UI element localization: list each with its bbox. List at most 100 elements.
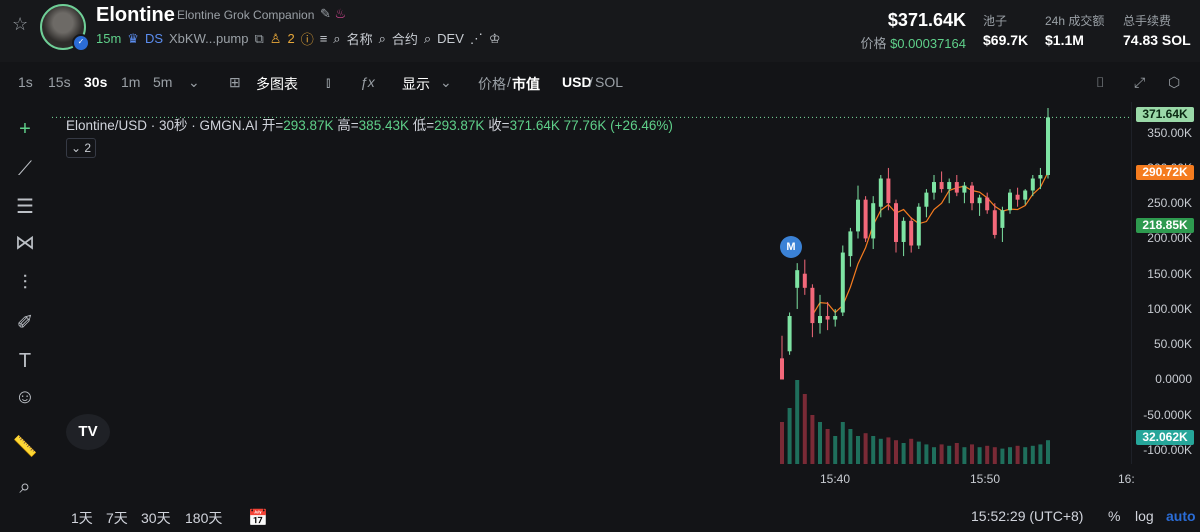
search-contract-link[interactable]: 合约 [392, 29, 418, 48]
brush-icon[interactable]: ✐ [12, 310, 38, 336]
candle-body [954, 182, 959, 193]
star-icon[interactable]: ☆ [12, 14, 28, 35]
indicator-toggle[interactable]: ⌄ 2 [66, 138, 96, 158]
search-contract-icon: ⌕ [378, 30, 386, 46]
candle-body [1015, 194, 1020, 200]
crosshair-icon[interactable]: + [12, 116, 38, 142]
volume-bar [962, 447, 967, 464]
search-icon: ⌕ [333, 30, 341, 46]
volume-bar [939, 444, 944, 464]
pattern-icon[interactable]: ⋈ [12, 230, 38, 256]
tradingview-logo[interactable]: TV [66, 414, 110, 450]
emoji-icon[interactable]: ☺ [12, 384, 38, 410]
log-toggle[interactable]: log [1135, 508, 1154, 524]
edit-icon[interactable]: ✎ [320, 6, 331, 21]
settings-icon[interactable]: ⬡ [1168, 74, 1180, 91]
stat-volume-value: $1.1M [1045, 32, 1084, 48]
toggle-divider: / [507, 74, 511, 90]
indicator-fx-icon[interactable]: ƒx [360, 74, 375, 90]
volume-bar [818, 422, 822, 464]
holders-count: 2 [287, 31, 295, 46]
interval-5m[interactable]: 5m [153, 74, 172, 90]
stat-fees-value: 74.83 SOL [1123, 32, 1191, 48]
price-chart[interactable] [52, 102, 1132, 464]
volume-bar [1030, 445, 1035, 464]
crown-outline-icon[interactable]: ♔ [489, 31, 501, 47]
multi-chart-button[interactable]: 多图表 [256, 74, 298, 94]
token-address[interactable]: XbKW...pump [169, 31, 248, 46]
fib-lines-icon[interactable]: ☰ [12, 194, 38, 220]
range-1d[interactable]: 1天 [71, 508, 93, 528]
ds-label[interactable]: DS [145, 31, 163, 46]
stat-pool-label: 池子 [983, 14, 1008, 28]
token-age: 15m [96, 31, 122, 46]
mcap-toggle[interactable]: 市值 [512, 74, 540, 94]
display-chevron-icon[interactable]: ⌄ [440, 74, 452, 91]
candle-body [886, 178, 891, 204]
price-tag: 32.062K [1136, 430, 1194, 445]
legend-close-label: 收= [488, 118, 510, 133]
range-180d[interactable]: 180天 [185, 508, 222, 528]
menu-icon[interactable]: ≡ [320, 31, 328, 46]
verified-badge-icon: ✓ [72, 34, 90, 52]
candle-body [985, 197, 990, 211]
candle-body [802, 273, 807, 288]
search-dev-link[interactable]: DEV [437, 31, 464, 46]
chart-legend: Elontine/USD · 30秒 · GMGN.AI 开=293.87K 高… [66, 114, 673, 134]
interval-30s[interactable]: 30s [84, 74, 107, 90]
candle-body [840, 252, 845, 313]
display-button[interactable]: 显示 [402, 74, 430, 94]
fullscreen-icon[interactable]: ⤢ [1134, 74, 1145, 91]
interval-1s[interactable]: 1s [18, 74, 33, 90]
usd-toggle[interactable]: USD [562, 74, 592, 90]
sol-toggle[interactable]: SOL [595, 74, 623, 90]
chart-area[interactable] [52, 102, 1132, 464]
price-tick: 50.00K [1153, 337, 1192, 352]
edit-fire-icons[interactable]: ✎ ♨ [320, 6, 346, 22]
volume-bar [856, 436, 860, 464]
candle-body [795, 270, 800, 288]
volume-bar [970, 444, 974, 464]
camera-icon[interactable]: ⌷ [1096, 74, 1104, 91]
stat-volume-label: 24h 成交额 [1045, 14, 1105, 28]
interval-15s[interactable]: 15s [48, 74, 71, 90]
chevron-down-icon[interactable]: ⌄ [188, 74, 200, 91]
price-toggle[interactable]: 价格 [478, 74, 506, 94]
price-axis[interactable]: 350.00K300.00K250.00K200.00K150.00K100.0… [1134, 102, 1200, 464]
legend-open-label: 开= [261, 118, 284, 133]
range-7d[interactable]: 7天 [106, 508, 128, 528]
candle-body [1030, 178, 1035, 191]
warning-icon: ⓘ [300, 32, 314, 47]
legend-open: 293.87K [283, 118, 334, 133]
price-row: 价格 $0.00037164 [860, 33, 966, 52]
copy-icon[interactable]: ⧉ [255, 31, 264, 47]
volume-bar [1008, 447, 1012, 464]
share-icon[interactable]: ⋰ [470, 31, 483, 47]
candle-body [894, 203, 898, 242]
volume-bar [1015, 445, 1020, 464]
trend-line-icon[interactable]: ⟋ [12, 156, 38, 182]
legend-change: 77.76K (+26.46%) [563, 118, 673, 133]
volume-bar [1038, 444, 1043, 464]
position-icon[interactable]: ⫶ [12, 270, 38, 296]
percent-toggle[interactable]: % [1108, 508, 1120, 524]
candle-body [947, 182, 952, 190]
volume-bar [1000, 448, 1005, 464]
token-header: ☆ ✓ Elontine Elontine Grok Companion ✎ ♨… [0, 0, 1200, 62]
auto-toggle[interactable]: auto [1166, 508, 1196, 524]
candle-body [901, 220, 906, 242]
search-name-link[interactable]: 名称 [347, 29, 373, 48]
clock[interactable]: 15:52:29 (UTC+8) [971, 508, 1083, 524]
text-icon[interactable]: T [12, 348, 38, 374]
ma-line [811, 171, 1049, 316]
range-30d[interactable]: 30天 [141, 508, 171, 528]
calendar-range-icon[interactable]: 📅 [248, 508, 268, 528]
candle-type-icon[interactable]: ⫾ [326, 74, 330, 91]
ruler-icon[interactable]: 📏 [12, 434, 38, 460]
time-tick-1550: 15:50 [970, 472, 1001, 486]
zoom-icon[interactable]: ⌕ [12, 474, 38, 500]
add-chart-icon[interactable]: ⊞ [229, 74, 241, 91]
migration-marker[interactable]: M [780, 236, 802, 258]
interval-1m[interactable]: 1m [121, 74, 140, 90]
volume-bar [863, 433, 868, 464]
